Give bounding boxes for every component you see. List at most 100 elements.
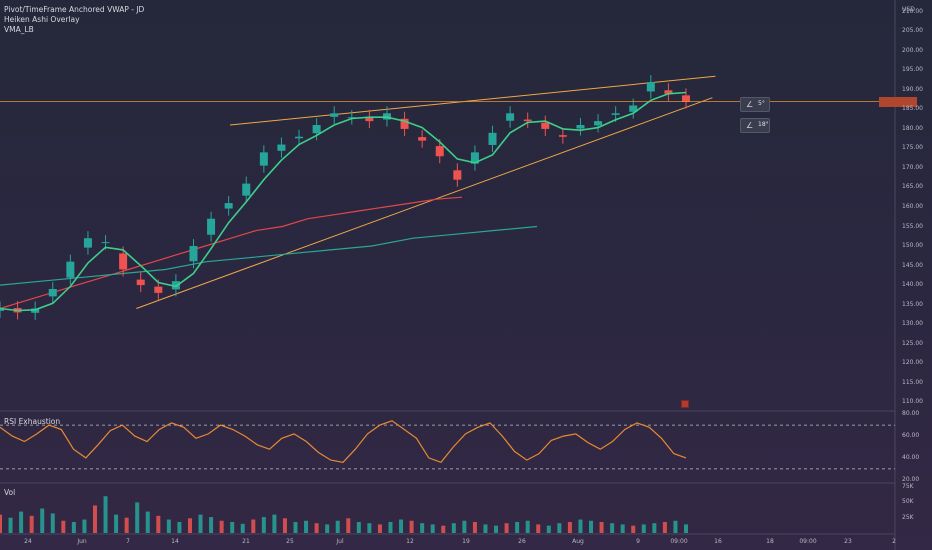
candle-body — [576, 125, 585, 129]
volume-bar — [377, 524, 382, 533]
volume-bar — [599, 521, 604, 533]
volume-bar — [451, 523, 456, 533]
candle-body — [453, 170, 462, 180]
candle-body — [523, 119, 532, 122]
volume-bar — [209, 517, 214, 533]
angle-icon: ∠ — [746, 121, 754, 130]
candle-body — [611, 113, 620, 115]
volume-bar — [536, 524, 541, 533]
volume-bar — [652, 523, 657, 533]
rsi-line — [0, 420, 687, 464]
volume-bar — [293, 521, 298, 533]
price-tick-label: 205.00 — [902, 27, 923, 35]
candle-body — [646, 82, 655, 92]
time-tick-label: 9 — [636, 538, 640, 545]
candle-body — [312, 125, 321, 134]
indicator-label-vma[interactable]: VMA_LB — [4, 25, 34, 35]
candle-body — [330, 113, 339, 117]
volume-bar — [610, 523, 615, 533]
candle-body — [682, 95, 690, 102]
volume-bar — [472, 521, 477, 533]
rsi-pane-label[interactable]: RSI Exhaustion — [4, 417, 60, 426]
indicator-label-heiken-ashi[interactable]: Heiken Ashi Overlay — [4, 15, 80, 25]
vol-pane-label[interactable]: Vol — [4, 488, 15, 497]
vol-tick-label: 25K — [902, 513, 914, 521]
volume-bar — [335, 520, 340, 533]
volume-bar — [631, 525, 636, 533]
candle-body — [277, 144, 286, 151]
volume-bar — [557, 523, 562, 533]
volume-bar — [367, 523, 372, 533]
vwap-line-red — [0, 196, 463, 310]
volume-bar — [135, 502, 140, 533]
price-tick-label: 155.00 — [902, 222, 923, 230]
volume-bar — [388, 521, 393, 533]
time-tick-label: 26 — [518, 538, 526, 545]
time-tick-label: 19 — [462, 538, 470, 545]
volume-bar — [261, 517, 266, 533]
volume-bar — [8, 517, 13, 533]
volume-bar — [114, 514, 119, 533]
volume-bar — [282, 518, 287, 533]
time-tick-label: 14 — [171, 538, 179, 545]
indicator-label-vwap[interactable]: Pivot/TimeFrame Anchored VWAP - JD — [4, 5, 144, 15]
candle-body — [594, 121, 603, 126]
angle-tool-label: 18° — [758, 121, 769, 128]
price-tick-label: 185.00 — [902, 105, 923, 113]
angle-tool-18[interactable]: ∠ 18° — [740, 118, 770, 133]
candle-body — [48, 288, 57, 297]
volume-bar — [483, 524, 488, 533]
volume-bar — [29, 515, 34, 533]
time-tick-label: Jun — [77, 538, 87, 545]
volume-bar — [356, 521, 361, 533]
candle-body — [541, 122, 550, 129]
price-tick-label: 200.00 — [902, 46, 923, 54]
wedge-upper-line — [229, 75, 716, 126]
price-tick-label: 135.00 — [902, 300, 923, 308]
candle-body — [136, 279, 145, 286]
volume-bar — [504, 523, 509, 533]
angle-tool-5[interactable]: ∠ 5° — [740, 97, 770, 112]
volume-bar — [145, 511, 150, 533]
time-tick-label: 21 — [242, 538, 250, 545]
volume-bar — [82, 519, 87, 533]
volume-bar — [0, 514, 2, 533]
time-tick-label: 23 — [844, 538, 852, 545]
rsi-tick-label: 20.00 — [902, 475, 920, 483]
event-marker[interactable] — [681, 400, 689, 408]
vwap-line-green — [0, 225, 538, 286]
volume-bar — [515, 521, 520, 533]
rsi-tick-label: 40.00 — [902, 453, 920, 461]
volume-bar — [641, 524, 646, 533]
time-tick-label: 16 — [714, 538, 722, 545]
price-tick-label: 175.00 — [902, 144, 923, 152]
volume-bar — [156, 515, 161, 533]
rsi-tick-label: 80.00 — [902, 410, 920, 418]
volume-bar — [198, 514, 203, 533]
volume-bar — [567, 521, 572, 533]
volume-bar — [166, 519, 171, 533]
volume-bar — [19, 511, 24, 533]
volume-bar — [589, 520, 594, 533]
volume-bar — [304, 520, 309, 533]
time-tick-label: 09:00 — [670, 538, 688, 545]
candle-body — [83, 238, 92, 248]
volume-bar — [673, 520, 678, 533]
candle-body — [488, 132, 497, 145]
volume-bar — [441, 525, 446, 533]
candle-body — [506, 113, 515, 121]
price-tick-label: 120.00 — [902, 359, 923, 367]
price-tick-label: 165.00 — [902, 183, 923, 191]
price-tick-label: 195.00 — [902, 66, 923, 74]
volume-bar — [684, 524, 688, 533]
time-tick-label: 7 — [126, 538, 130, 545]
volume-bar — [662, 521, 667, 533]
chart-root: Pivot/TimeFrame Anchored VWAP - JD Heike… — [0, 0, 932, 550]
time-tick-label: 2 — [892, 538, 896, 545]
chart-canvas[interactable] — [0, 0, 932, 550]
candle-body — [558, 135, 567, 137]
volume-bar — [430, 524, 435, 533]
time-tick-label: Aug — [572, 538, 584, 545]
vol-tick-label: 50K — [902, 498, 914, 506]
volume-bar — [61, 520, 66, 533]
